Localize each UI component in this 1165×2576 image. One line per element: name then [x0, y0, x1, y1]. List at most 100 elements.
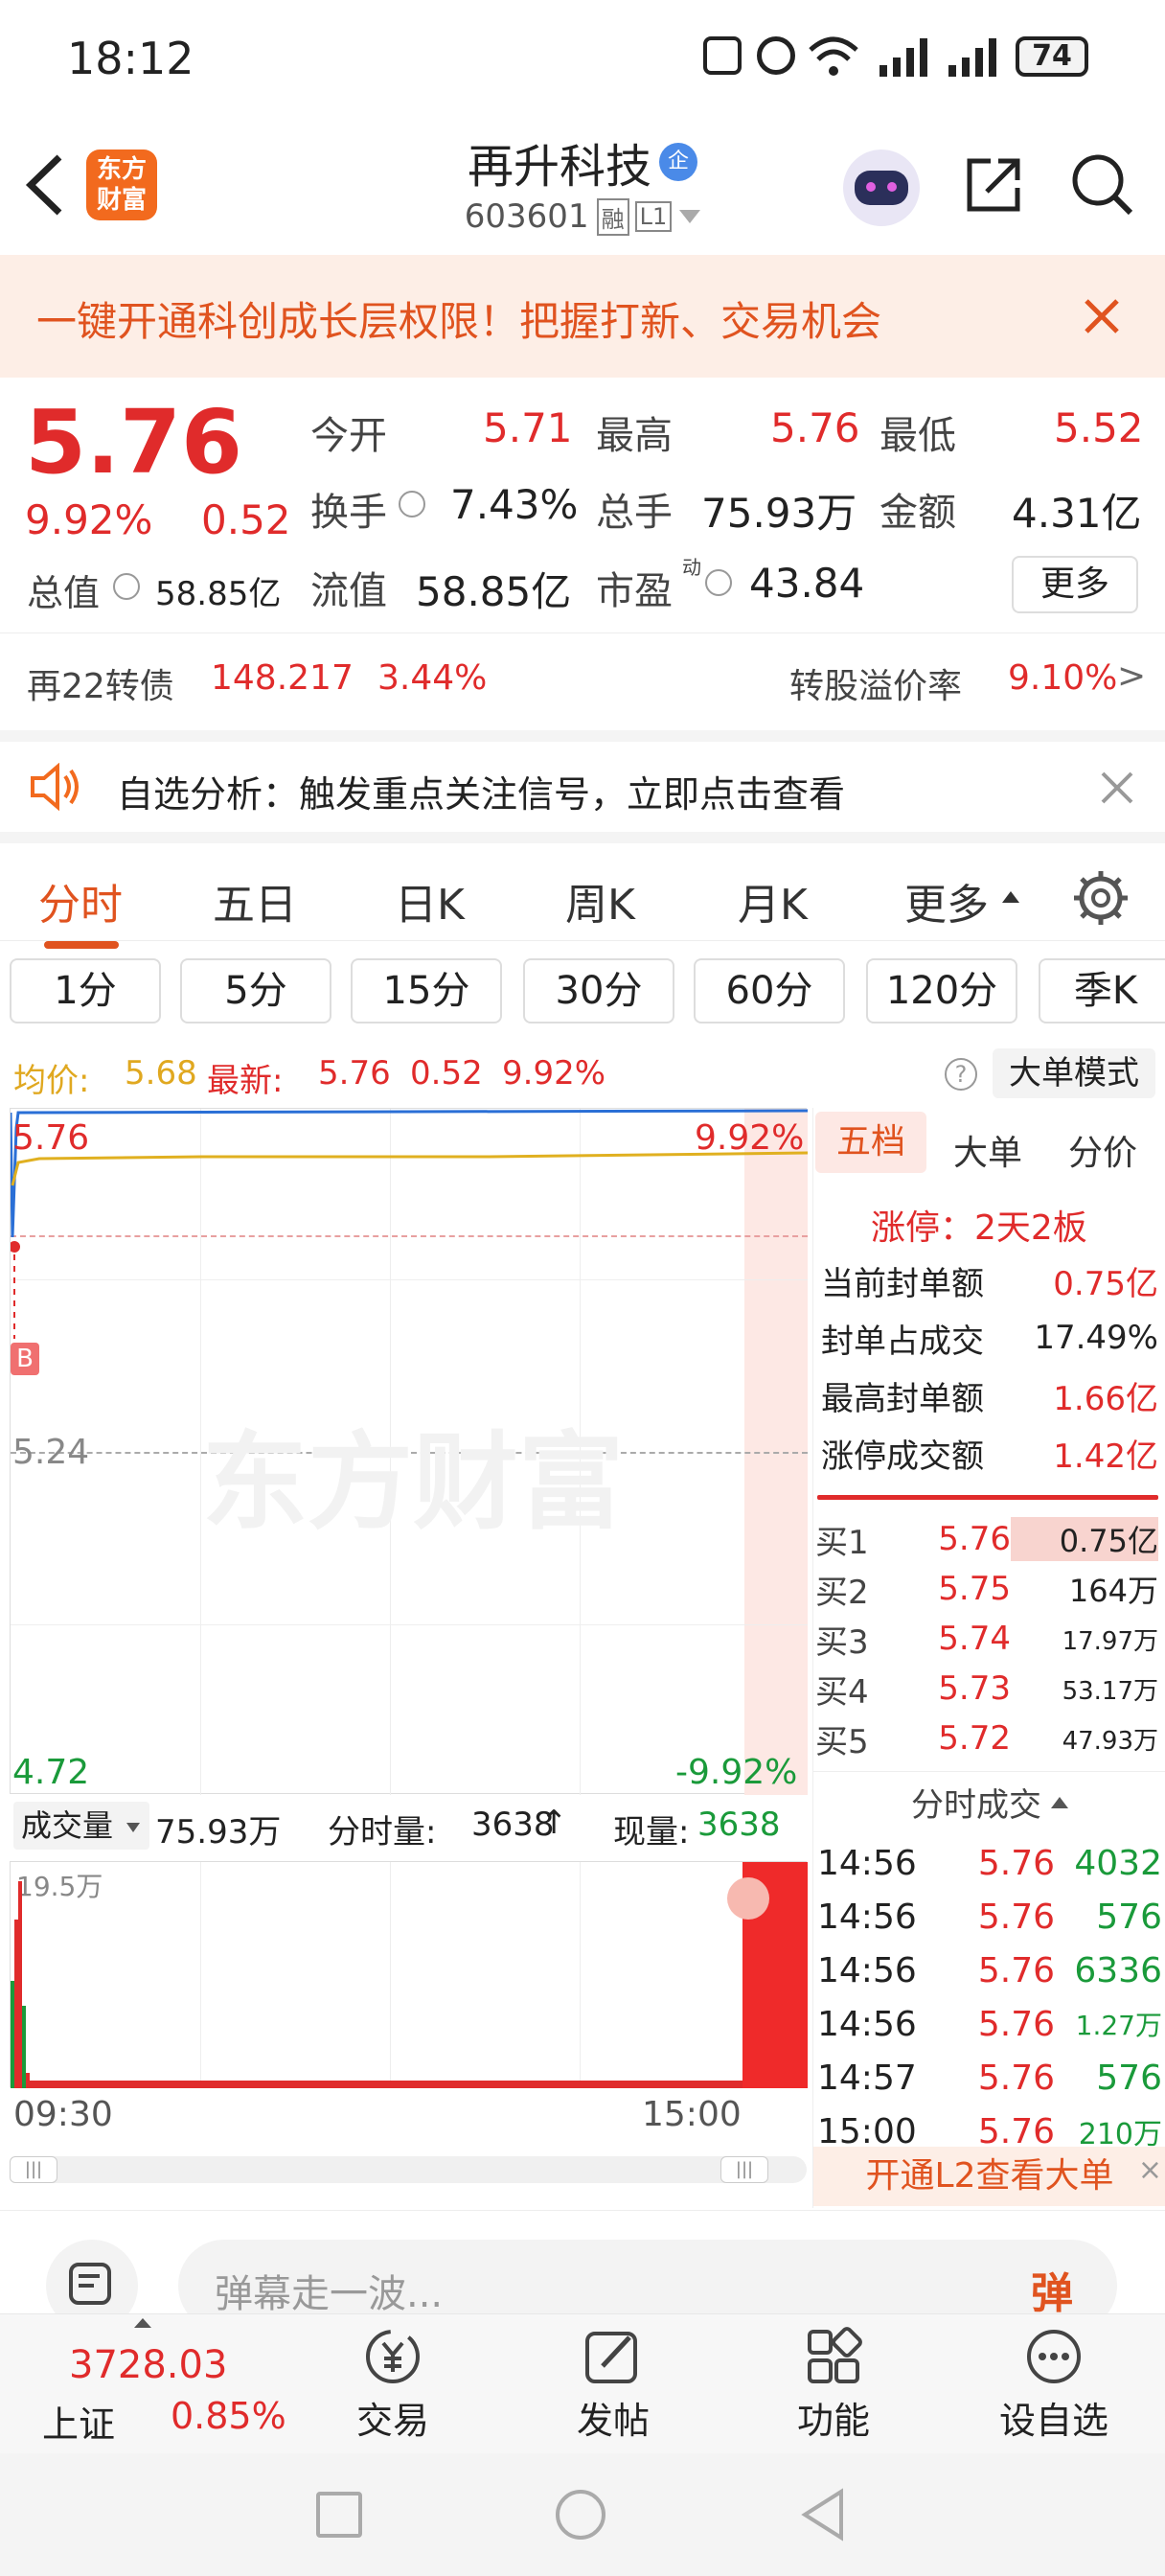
caret-up-icon: [1051, 1796, 1068, 1808]
stat-label: 涨停成交额: [821, 1437, 984, 1476]
bid-row[interactable]: 买5 5.72 47.93万: [815, 1714, 1162, 1763]
index-name: 上证: [42, 2404, 116, 2446]
bid-label: 买1: [815, 1523, 869, 1562]
volume-selector-label: 成交量: [21, 1807, 114, 1844]
more-button[interactable]: 更多: [1012, 556, 1138, 613]
tick-row: 14:56 5.76 576: [817, 1890, 1162, 1944]
pe-info-icon[interactable]: [705, 569, 732, 596]
period-label: 5分: [224, 969, 287, 1013]
scroll-handle-left[interactable]: |||: [10, 2156, 57, 2183]
stock-name: 再升科技: [467, 140, 651, 194]
bond-name: 再22转债: [27, 667, 174, 706]
caret-up-icon: [134, 2318, 151, 2328]
bid-row[interactable]: 买1 5.76 0.75亿: [815, 1514, 1162, 1564]
quote-panel: 5.76 9.92% 0.52 总值 58.85亿 今开 5.71 最高 5.7…: [0, 380, 1165, 629]
close-icon[interactable]: ×: [1138, 2141, 1162, 2200]
tick-price: 5.76: [977, 1897, 1055, 1937]
buy-marker[interactable]: B: [11, 1343, 39, 1375]
chevron-right-icon: >: [1117, 656, 1147, 696]
ticks-header[interactable]: 分时成交: [813, 1771, 1165, 1832]
margin-tag: 融: [596, 197, 629, 236]
panel-tab-price-dist[interactable]: 分价: [1068, 1125, 1137, 1175]
axis-bottom-price: 4.72: [12, 1753, 90, 1792]
grid-icon: [808, 2327, 862, 2383]
period-60min[interactable]: 60分: [694, 958, 845, 1024]
period-label: 60分: [725, 969, 813, 1013]
bid-row[interactable]: 买3 5.74 17.97万: [815, 1614, 1162, 1664]
expand-icon[interactable]: [727, 1877, 769, 1920]
amount-value: 4.31亿: [1012, 490, 1142, 537]
tick-price: 5.76: [977, 2111, 1055, 2151]
tick-row: 14:56 5.76 4032: [817, 1836, 1162, 1890]
panel-tab-level5[interactable]: 五档: [815, 1112, 926, 1173]
gear-icon[interactable]: [1071, 868, 1131, 928]
tab-day-k[interactable]: 日K: [395, 870, 465, 932]
intraday-chart[interactable]: 东方财富 B 5.76 9.92% 5.24 4.72 -9.92%: [10, 1108, 808, 1795]
bid-price: 5.72: [938, 1719, 1011, 1758]
scroll-handle-right[interactable]: |||: [720, 2156, 768, 2183]
change-percent: 9.92%: [25, 496, 153, 543]
home-icon[interactable]: [556, 2490, 605, 2540]
danmu-button[interactable]: 弹: [1031, 2259, 1073, 2320]
search-icon[interactable]: [1069, 151, 1136, 218]
share-icon[interactable]: [962, 153, 1025, 217]
period-1min[interactable]: 1分: [10, 958, 161, 1024]
robot-avatar-icon[interactable]: [843, 150, 920, 226]
close-icon[interactable]: [1083, 297, 1121, 335]
stat-value: 17.49%: [1034, 1319, 1158, 1357]
stat-value: 1.66亿: [1053, 1379, 1158, 1418]
bond-pct: 3.44%: [377, 658, 488, 698]
caret-down-icon: [126, 1823, 141, 1832]
latest-pct: 9.92%: [502, 1054, 606, 1092]
period-120min[interactable]: 120分: [866, 958, 1017, 1024]
tab-week-k[interactable]: 周K: [565, 870, 635, 932]
period-5min[interactable]: 5分: [180, 958, 331, 1024]
pe-label: 市盈: [596, 569, 673, 613]
bid-row[interactable]: 买2 5.75 164万: [815, 1564, 1162, 1614]
pe-value: 43.84: [749, 560, 865, 607]
comment-bar: 弹幕走一波... 弹: [0, 2210, 1165, 2332]
stat-row: 最高封单额 1.66亿: [821, 1367, 1158, 1424]
tab-five-day[interactable]: 五日: [213, 870, 297, 932]
close-icon[interactable]: [1100, 770, 1134, 805]
back-icon[interactable]: [799, 2488, 847, 2542]
banner-text: 一键开通科创成长层权限！把握打新、交易机会: [36, 298, 882, 345]
chart-scrollbar[interactable]: ||| |||: [10, 2156, 807, 2183]
index-ticker[interactable]: 3728.03 上证 0.85%: [0, 2314, 307, 2454]
volume-chart[interactable]: 19.5万: [10, 1861, 808, 2088]
tab-intraday[interactable]: 分时: [38, 870, 123, 949]
nav-functions[interactable]: 功能: [776, 2314, 891, 2454]
mcap-label: 总值: [27, 572, 101, 614]
arrow-up-icon: ↑: [540, 1804, 568, 1842]
turnover-info-icon[interactable]: [399, 491, 425, 518]
tick-row: 14:56 5.76 1.27万: [817, 1997, 1162, 2051]
big-order-mode-button[interactable]: 大单模式: [993, 1048, 1155, 1098]
volume-selector[interactable]: 成交量: [13, 1802, 149, 1850]
info-icon[interactable]: [113, 573, 140, 600]
period-30min[interactable]: 30分: [523, 958, 674, 1024]
bond-price: 148.217: [211, 658, 354, 698]
period-tabs: 1分 5分 15分 30分 60分 120分 季K: [0, 954, 1165, 1031]
tab-month-k[interactable]: 月K: [738, 870, 808, 932]
promo-banner[interactable]: 一键开通科创成长层权限！把握打新、交易机会: [0, 255, 1165, 378]
nav-trade[interactable]: 交易: [335, 2314, 450, 2454]
bid-row[interactable]: 买4 5.73 53.17万: [815, 1664, 1162, 1714]
l2-promo-text: 开通L2查看大单: [865, 2156, 1114, 2196]
tab-more[interactable]: 更多: [904, 870, 989, 932]
tick-price: 5.76: [977, 1843, 1055, 1883]
notice-row[interactable]: 自选分析：触发重点关注信号，立即点击查看: [0, 730, 1165, 830]
recents-icon[interactable]: [316, 2492, 362, 2538]
panel-tab-big-order[interactable]: 大单: [953, 1125, 1022, 1175]
bid-label: 买2: [815, 1573, 869, 1612]
nav-add-watchlist[interactable]: 设自选: [987, 2314, 1121, 2454]
latest-change: 0.52: [410, 1054, 483, 1092]
period-15min[interactable]: 15分: [351, 958, 502, 1024]
bond-row[interactable]: 再22转债 148.217 3.44% 转股溢价率 9.10% >: [0, 632, 1165, 724]
help-icon[interactable]: ?: [945, 1058, 977, 1091]
bid-price: 5.73: [938, 1669, 1011, 1708]
nav-post[interactable]: 发帖: [556, 2314, 671, 2454]
period-season-k[interactable]: 季K: [1039, 958, 1165, 1024]
tab-label: 分时: [38, 881, 123, 930]
index-pct: 0.85%: [171, 2395, 286, 2437]
l2-promo[interactable]: 开通L2查看大单 ×: [813, 2147, 1165, 2206]
